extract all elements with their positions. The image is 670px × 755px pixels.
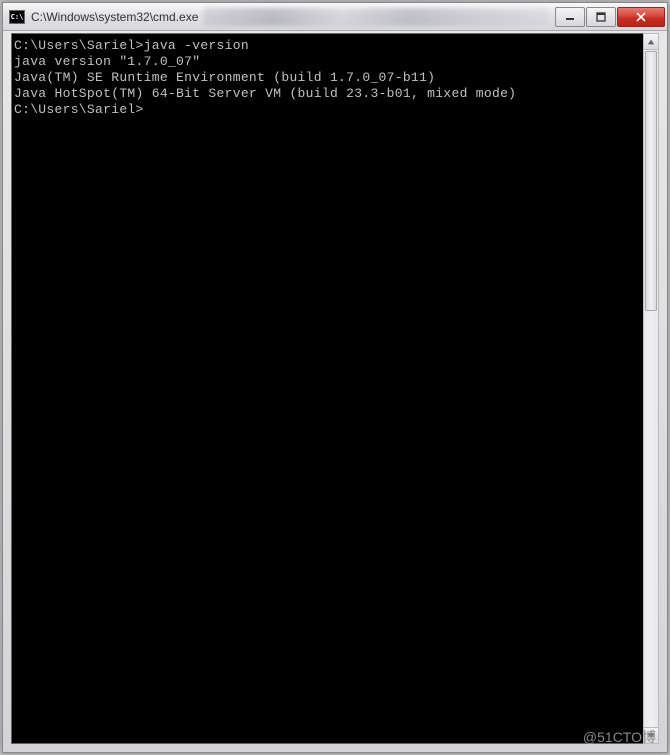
terminal-line: Java HotSpot(TM) 64-Bit Server VM (build…	[14, 86, 643, 102]
minimize-button[interactable]	[555, 7, 585, 27]
terminal-line: C:\Users\Sariel>java -version	[14, 38, 643, 54]
maximize-icon	[596, 12, 606, 22]
cmd-window: C:\ C:\Windows\system32\cmd.exe C:\Users…	[2, 2, 668, 753]
maximize-button[interactable]	[586, 7, 616, 27]
titlebar[interactable]: C:\ C:\Windows\system32\cmd.exe	[3, 3, 667, 31]
cmd-icon: C:\	[9, 10, 25, 24]
scroll-down-button[interactable]	[644, 727, 658, 743]
close-icon	[636, 12, 646, 22]
terminal-line: Java(TM) SE Runtime Environment (build 1…	[14, 70, 643, 86]
scroll-up-button[interactable]	[644, 34, 658, 50]
terminal-line: C:\Users\Sariel>	[14, 102, 643, 118]
window-controls	[554, 7, 665, 27]
chevron-up-icon	[647, 38, 655, 46]
window-title: C:\Windows\system32\cmd.exe	[31, 10, 198, 24]
titlebar-glassblur	[204, 8, 548, 26]
scroll-thumb[interactable]	[645, 51, 657, 311]
vertical-scrollbar[interactable]	[643, 33, 659, 744]
chevron-down-icon	[647, 732, 655, 740]
terminal-line: java version "1.7.0_07"	[14, 54, 643, 70]
close-button[interactable]	[617, 7, 665, 27]
minimize-icon	[565, 12, 575, 22]
terminal-output[interactable]: C:\Users\Sariel>java -version java versi…	[11, 33, 643, 744]
